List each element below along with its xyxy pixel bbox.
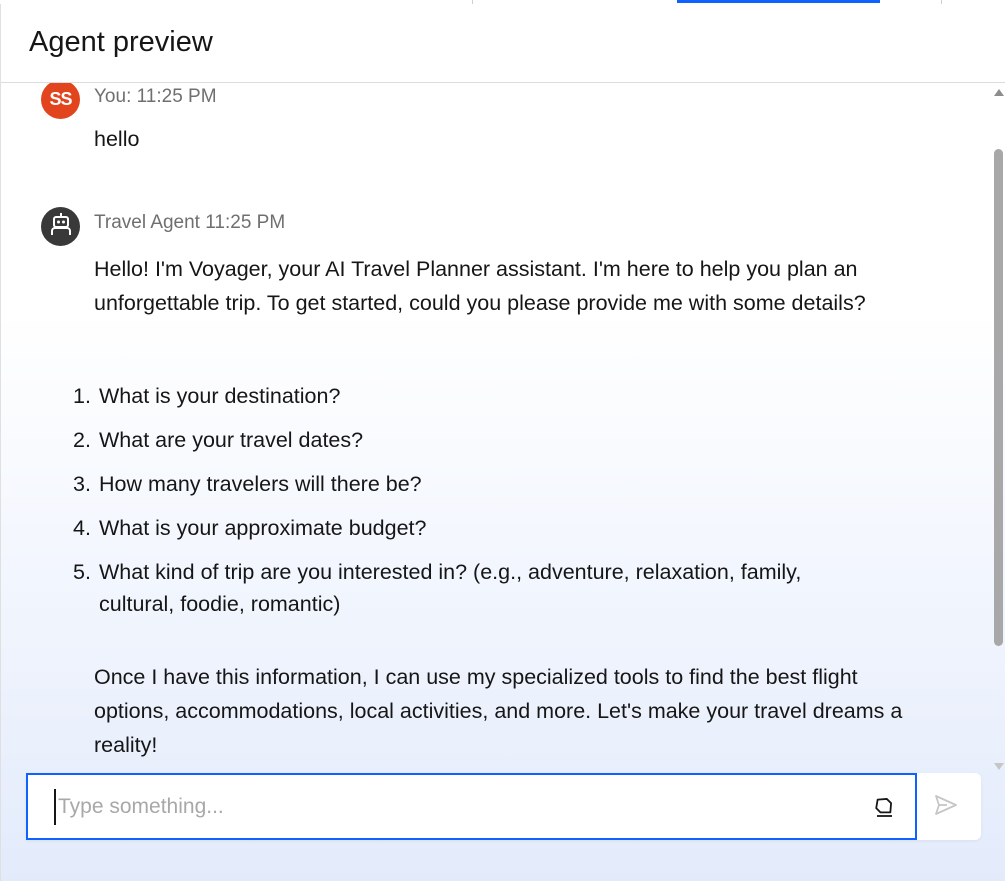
- send-icon: [934, 794, 958, 821]
- message-list: SS You: 11:25 PM hello Travel Agent 11:2…: [1, 83, 991, 771]
- clear-input-button[interactable]: [870, 794, 898, 822]
- robot-icon: [50, 212, 72, 241]
- message-meta: You: 11:25 PM: [94, 86, 217, 107]
- agent-outro-text: Once I have this information, I can use …: [94, 665, 903, 757]
- user-avatar: SS: [41, 83, 80, 119]
- scroll-down-arrow-icon[interactable]: [994, 763, 1004, 770]
- active-tab-indicator[interactable]: [677, 0, 880, 3]
- list-text: What are your travel dates?: [99, 428, 364, 452]
- scroll-thumb[interactable]: [994, 149, 1003, 646]
- panel-title: Agent preview: [29, 26, 213, 58]
- eraser-icon: [872, 794, 896, 823]
- list-number: 2.: [73, 428, 91, 452]
- agent-preview-panel: Agent preview SS You: 11:25 PM hello Tra…: [0, 4, 1005, 881]
- list-text: What is your destination?: [99, 384, 341, 408]
- list-item: 3. How many travelers will there be?: [73, 468, 833, 500]
- agent-intro-text: Hello! I'm Voyager, your AI Travel Plann…: [94, 257, 866, 315]
- list-number: 1.: [73, 384, 91, 408]
- message-text: hello: [94, 127, 140, 151]
- message-scrollbar[interactable]: [991, 83, 1005, 775]
- chat-input-area: [26, 773, 981, 840]
- list-number: 3.: [73, 472, 91, 496]
- list-text: How many travelers will there be?: [99, 472, 422, 496]
- send-button[interactable]: [931, 792, 961, 822]
- panel-header: Agent preview: [1, 4, 1005, 83]
- question-list: 1. What is your destination? 2. What are…: [73, 380, 833, 620]
- list-item: 2. What are your travel dates?: [73, 424, 833, 456]
- list-number: 4.: [73, 516, 91, 540]
- message-meta: Travel Agent 11:25 PM: [94, 212, 286, 233]
- list-item: 1. What is your destination?: [73, 380, 833, 412]
- list-item: 4. What is your approximate budget?: [73, 512, 833, 544]
- chat-input-box[interactable]: [26, 773, 917, 840]
- list-number: 5.: [73, 560, 91, 584]
- chat-input[interactable]: [54, 789, 854, 825]
- agent-avatar: [41, 207, 80, 246]
- scroll-up-arrow-icon[interactable]: [994, 89, 1004, 96]
- list-text: What kind of trip are you interested in?…: [99, 560, 802, 616]
- list-text: What is your approximate budget?: [99, 516, 427, 540]
- list-item: 5. What kind of trip are you interested …: [73, 556, 833, 620]
